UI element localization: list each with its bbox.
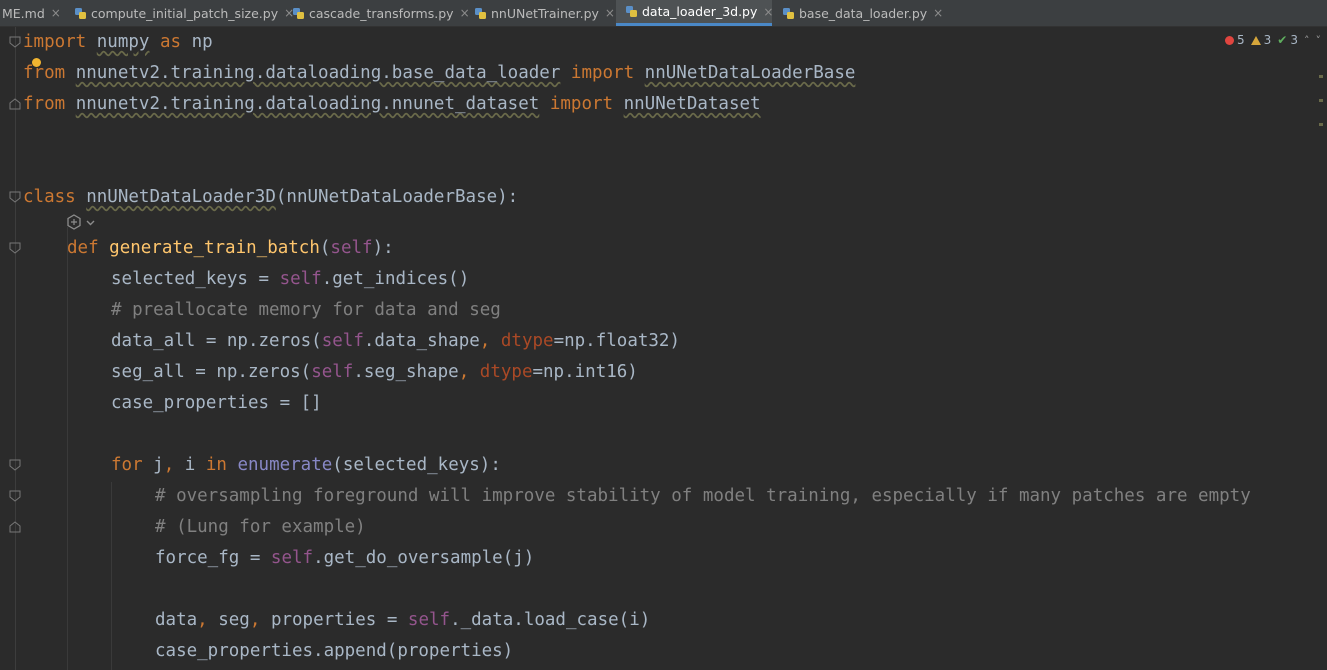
- python-file-icon: [75, 7, 86, 19]
- python-file-icon: [293, 7, 304, 19]
- code-line-comment-lung: # (Lung for example): [155, 517, 366, 537]
- code-line-force-fg: force_fg = self.get_do_oversample(j): [155, 548, 535, 568]
- tab-cascade-transforms[interactable]: cascade_transforms.py ×: [292, 0, 470, 26]
- close-icon[interactable]: ×: [933, 6, 943, 20]
- code-line-for: for j, i in enumerate(selected_keys):: [111, 455, 501, 475]
- chevron-down-icon: [86, 220, 95, 225]
- inspection-widget[interactable]: 5 3 ✔ 3 ˄ ˅: [1225, 31, 1321, 49]
- error-icon: [1225, 35, 1235, 45]
- code-line-1: import numpy as np: [23, 32, 213, 52]
- tab-nnunet-trainer[interactable]: nnUNetTrainer.py ×: [474, 0, 615, 26]
- editor-tab-bar: ME.md × compute_initial_patch_size.py × …: [0, 0, 1327, 27]
- tab-data-loader-3d[interactable]: data_loader_3d.py ×: [616, 0, 773, 26]
- fold-marker-icon[interactable]: [9, 521, 21, 533]
- tab-label: data_loader_3d.py: [642, 4, 758, 19]
- code-line-comment: # preallocate memory for data and seg: [111, 300, 501, 320]
- tab-readme[interactable]: ME.md ×: [2, 0, 72, 26]
- code-line-load-case: data, seg, properties = self._data.load_…: [155, 610, 651, 630]
- close-icon[interactable]: ×: [763, 5, 773, 19]
- scrollbar-marker[interactable]: [1319, 99, 1323, 102]
- tab-label: compute_initial_patch_size.py: [91, 5, 279, 21]
- scrollbar-marker[interactable]: [1319, 123, 1323, 126]
- code-line-case-properties: case_properties = []: [111, 393, 322, 413]
- tab-compute-initial-patch-size[interactable]: compute_initial_patch_size.py ×: [74, 0, 294, 26]
- tab-label: ME.md: [2, 5, 45, 21]
- python-file-icon: [783, 7, 794, 19]
- indent-guide: [111, 482, 112, 670]
- fold-marker-icon[interactable]: [9, 490, 21, 502]
- close-icon[interactable]: ×: [460, 6, 470, 20]
- ide-window: ME.md × compute_initial_patch_size.py × …: [0, 0, 1327, 670]
- weak-warning-count[interactable]: ✔ 3: [1277, 33, 1298, 47]
- fold-marker-icon[interactable]: [9, 98, 21, 110]
- code-line-3: from nnunetv2.training.dataloading.nnune…: [23, 94, 761, 114]
- fold-marker-icon[interactable]: [9, 242, 21, 254]
- python-file-icon: [626, 6, 637, 17]
- scrollbar-marker[interactable]: [1319, 75, 1323, 78]
- tab-label: cascade_transforms.py: [309, 5, 454, 21]
- check-icon: ✔: [1277, 33, 1288, 47]
- code-line-def: def generate_train_batch(self):: [67, 238, 394, 258]
- close-icon[interactable]: ×: [51, 6, 61, 20]
- tab-label: base_data_loader.py: [799, 5, 928, 21]
- ai-assistant-icon: [67, 214, 81, 230]
- gutter-divider: [15, 27, 16, 670]
- fold-marker-icon[interactable]: [9, 459, 21, 471]
- error-count[interactable]: 5: [1225, 33, 1245, 47]
- indent-guide: [67, 227, 68, 670]
- fold-marker-icon[interactable]: [9, 191, 21, 203]
- tab-label: nnUNetTrainer.py: [491, 5, 599, 21]
- code-line-data-all: data_all = np.zeros(self.data_shape, dty…: [111, 331, 680, 351]
- warning-icon: [1250, 35, 1261, 45]
- code-line-class: class nnUNetDataLoader3D(nnUNetDataLoade…: [23, 187, 519, 207]
- ai-assistant-hint[interactable]: [66, 213, 95, 231]
- tab-base-data-loader[interactable]: base_data_loader.py ×: [782, 0, 943, 26]
- close-icon[interactable]: ×: [605, 6, 615, 20]
- code-line-comment-oversampling: # oversampling foreground will improve s…: [155, 486, 1251, 506]
- code-line-seg-all: seg_all = np.zeros(self.seg_shape, dtype…: [111, 362, 638, 382]
- code-editor[interactable]: 5 3 ✔ 3 ˄ ˅ import numpy as np from nnun…: [0, 27, 1327, 670]
- code-line-append: case_properties.append(properties): [155, 641, 514, 661]
- code-line-selected-keys: selected_keys = self.get_indices(): [111, 269, 470, 289]
- previous-highlight-icon[interactable]: ˄: [1304, 34, 1310, 47]
- warning-count[interactable]: 3: [1250, 33, 1271, 47]
- next-highlight-icon[interactable]: ˅: [1316, 34, 1322, 47]
- code-line-2: from nnunetv2.training.dataloading.base_…: [23, 63, 856, 83]
- fold-marker-icon[interactable]: [9, 36, 21, 48]
- python-file-icon: [475, 7, 486, 19]
